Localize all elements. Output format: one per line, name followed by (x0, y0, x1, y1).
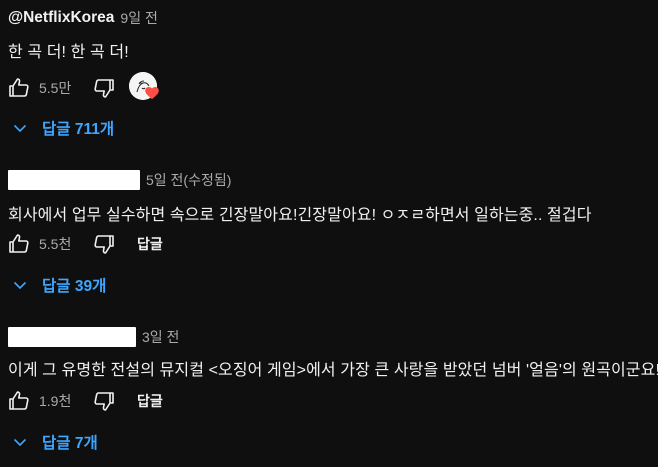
comment-actions: 1.9천 답글 (6, 387, 163, 415)
redacted-author[interactable] (8, 170, 140, 190)
comment-header: @NetflixKorea 9일 전 (8, 6, 158, 30)
chevron-down-icon (13, 124, 27, 133)
like-count: 5.5만 (39, 80, 72, 96)
replies-count-label: 답글 711개 (42, 121, 115, 138)
thumbs-down-icon (94, 235, 114, 254)
like-button[interactable] (6, 231, 32, 257)
comment-text: 한 곡 더! 한 곡 더! (8, 44, 129, 61)
dislike-button[interactable] (91, 388, 117, 414)
chevron-down-icon (13, 281, 27, 290)
chevron-down-icon (13, 438, 27, 447)
thumbs-down-icon (94, 392, 114, 411)
comment-text: 회사에서 업무 실수하면 속으로 긴장말아요!긴장말아요! ㅇㅈㄹ하면서 일하는… (8, 207, 592, 224)
replies-count-label: 답글 7개 (42, 435, 98, 452)
comment-header: 5일 전(수정됨) (8, 168, 231, 192)
replies-count-label: 답글 39개 (42, 278, 107, 295)
comment-actions: 5.5만 (6, 72, 161, 104)
view-replies-button[interactable]: 답글 711개 (10, 114, 114, 142)
comment-header: 3일 전 (8, 325, 179, 349)
dislike-button[interactable] (91, 75, 117, 101)
redacted-author[interactable] (8, 327, 136, 347)
like-button[interactable] (6, 75, 32, 101)
comments-section: @NetflixKorea 9일 전 한 곡 더! 한 곡 더! 5.5만 답글… (0, 0, 658, 467)
creator-heart[interactable] (129, 72, 161, 104)
comment-time[interactable]: 9일 전 (120, 8, 157, 28)
like-count: 5.5천 (39, 236, 72, 252)
comment-actions: 5.5천 답글 (6, 230, 163, 258)
reply-button[interactable]: 답글 (137, 234, 163, 254)
comment-time[interactable]: 5일 전(수정됨) (146, 170, 231, 190)
comment-time[interactable]: 3일 전 (142, 327, 179, 347)
like-count: 1.9천 (39, 393, 72, 409)
comment-text: 이게 그 유명한 전설의 뮤지컬 <오징어 게임>에서 가장 큰 사랑을 받았던… (8, 362, 658, 379)
dislike-button[interactable] (91, 231, 117, 257)
comment-author[interactable]: @NetflixKorea (8, 9, 114, 27)
thumbs-down-icon (94, 79, 114, 98)
thumbs-up-icon (9, 234, 29, 253)
reply-button[interactable]: 답글 (137, 391, 163, 411)
thumbs-up-icon (9, 391, 29, 410)
thumbs-up-icon (9, 78, 29, 97)
heart-icon (145, 87, 159, 100)
view-replies-button[interactable]: 답글 39개 (10, 271, 106, 299)
view-replies-button[interactable]: 답글 7개 (10, 428, 98, 456)
like-button[interactable] (6, 388, 32, 414)
